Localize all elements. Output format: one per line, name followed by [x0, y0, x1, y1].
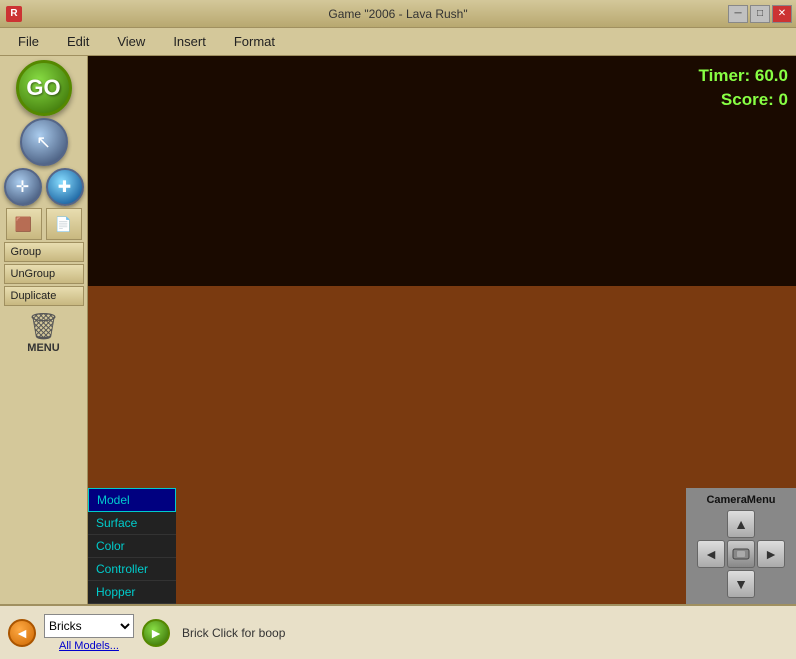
trash-icon: 🗑: [27, 311, 60, 342]
title-text: Game "2006 - Lava Rush": [328, 7, 467, 21]
play-button[interactable]: ►: [142, 619, 170, 647]
menu-view[interactable]: View: [103, 30, 159, 53]
cam-empty-tl: [697, 510, 725, 538]
select-tool-button[interactable]: ↖: [20, 118, 68, 166]
cam-down-button[interactable]: ▼: [727, 570, 755, 598]
cam-empty-bl: [697, 570, 725, 598]
camera-menu-label: CameraMenu: [706, 494, 775, 506]
game-canvas: Model Surface Color Controller Hopper Ca…: [88, 56, 796, 604]
group-button[interactable]: Group: [4, 242, 84, 262]
side-panel-model[interactable]: Model: [88, 488, 176, 512]
cam-right-button[interactable]: ►: [757, 540, 785, 568]
cam-empty-br: [757, 570, 785, 598]
game-bottom-area: Model Surface Color Controller Hopper Ca…: [88, 286, 796, 604]
transform-buttons: ✛ ✚: [4, 168, 84, 206]
cam-center-button[interactable]: [727, 540, 755, 568]
bricks-select-container: Bricks Models Effects Vehicles All Model…: [44, 614, 134, 652]
material-buttons: 🟫 📄: [6, 208, 82, 240]
material-button-2[interactable]: 📄: [46, 208, 82, 240]
side-panel: Model Surface Color Controller Hopper: [88, 488, 176, 604]
camera-controls: ▲ ◄ ► ▼: [697, 510, 785, 598]
add-tool-button[interactable]: ✚: [46, 168, 84, 206]
maximize-button[interactable]: □: [750, 5, 770, 23]
close-button[interactable]: ✕: [772, 5, 792, 23]
cursor-icon: ↖: [36, 132, 51, 153]
move-tool-button[interactable]: ✛: [4, 168, 42, 206]
side-panel-color[interactable]: Color: [88, 535, 176, 558]
title-bar: R Game "2006 - Lava Rush" ─ □ ✕: [0, 0, 796, 28]
menu-label: MENU: [27, 342, 59, 354]
side-panel-controller[interactable]: Controller: [88, 558, 176, 581]
camera-menu: CameraMenu ▲ ◄ ► ▼: [686, 488, 796, 604]
minimize-button[interactable]: ─: [728, 5, 748, 23]
game-top-area: [88, 56, 796, 286]
timer-display: Timer: 60.0: [699, 64, 788, 88]
title-buttons: ─ □ ✕: [728, 5, 792, 23]
score-display: Score: 0: [699, 88, 788, 112]
cam-left-button[interactable]: ◄: [697, 540, 725, 568]
game-hud: Timer: 60.0 Score: 0: [699, 64, 788, 112]
side-panel-hopper[interactable]: Hopper: [88, 581, 176, 604]
prev-arrow-button[interactable]: ◄: [8, 619, 36, 647]
menu-bar: File Edit View Insert Format: [0, 28, 796, 56]
play-icon: ►: [149, 625, 163, 641]
side-panel-surface[interactable]: Surface: [88, 512, 176, 535]
duplicate-button[interactable]: Duplicate: [4, 286, 84, 306]
material-button-1[interactable]: 🟫: [6, 208, 42, 240]
bricks-select[interactable]: Bricks Models Effects Vehicles: [44, 614, 134, 638]
menu-edit[interactable]: Edit: [53, 30, 103, 53]
bottom-bar: ◄ Bricks Models Effects Vehicles All Mod…: [0, 604, 796, 659]
cam-empty-tr: [757, 510, 785, 538]
menu-format[interactable]: Format: [220, 30, 289, 53]
menu-file[interactable]: File: [4, 30, 53, 53]
plus-icon: ✚: [58, 177, 71, 197]
app-icon: R: [6, 6, 22, 22]
left-toolbar: GO ↖ ✛ ✚ 🟫 📄 Group UnGroup Duplicate 🗑: [0, 56, 88, 604]
go-button[interactable]: GO: [16, 60, 72, 116]
menu-trash-button[interactable]: 🗑 MENU: [22, 308, 66, 356]
ungroup-button[interactable]: UnGroup: [4, 264, 84, 284]
material-icon-1: 🟫: [15, 216, 32, 233]
menu-insert[interactable]: Insert: [159, 30, 220, 53]
brick-info: Brick Click for boop: [182, 626, 285, 640]
main-layout: GO ↖ ✛ ✚ 🟫 📄 Group UnGroup Duplicate 🗑: [0, 56, 796, 604]
cam-up-button[interactable]: ▲: [727, 510, 755, 538]
all-models-link[interactable]: All Models...: [59, 640, 119, 652]
material-icon-2: 📄: [55, 216, 72, 233]
move-icon: ✛: [16, 177, 29, 197]
